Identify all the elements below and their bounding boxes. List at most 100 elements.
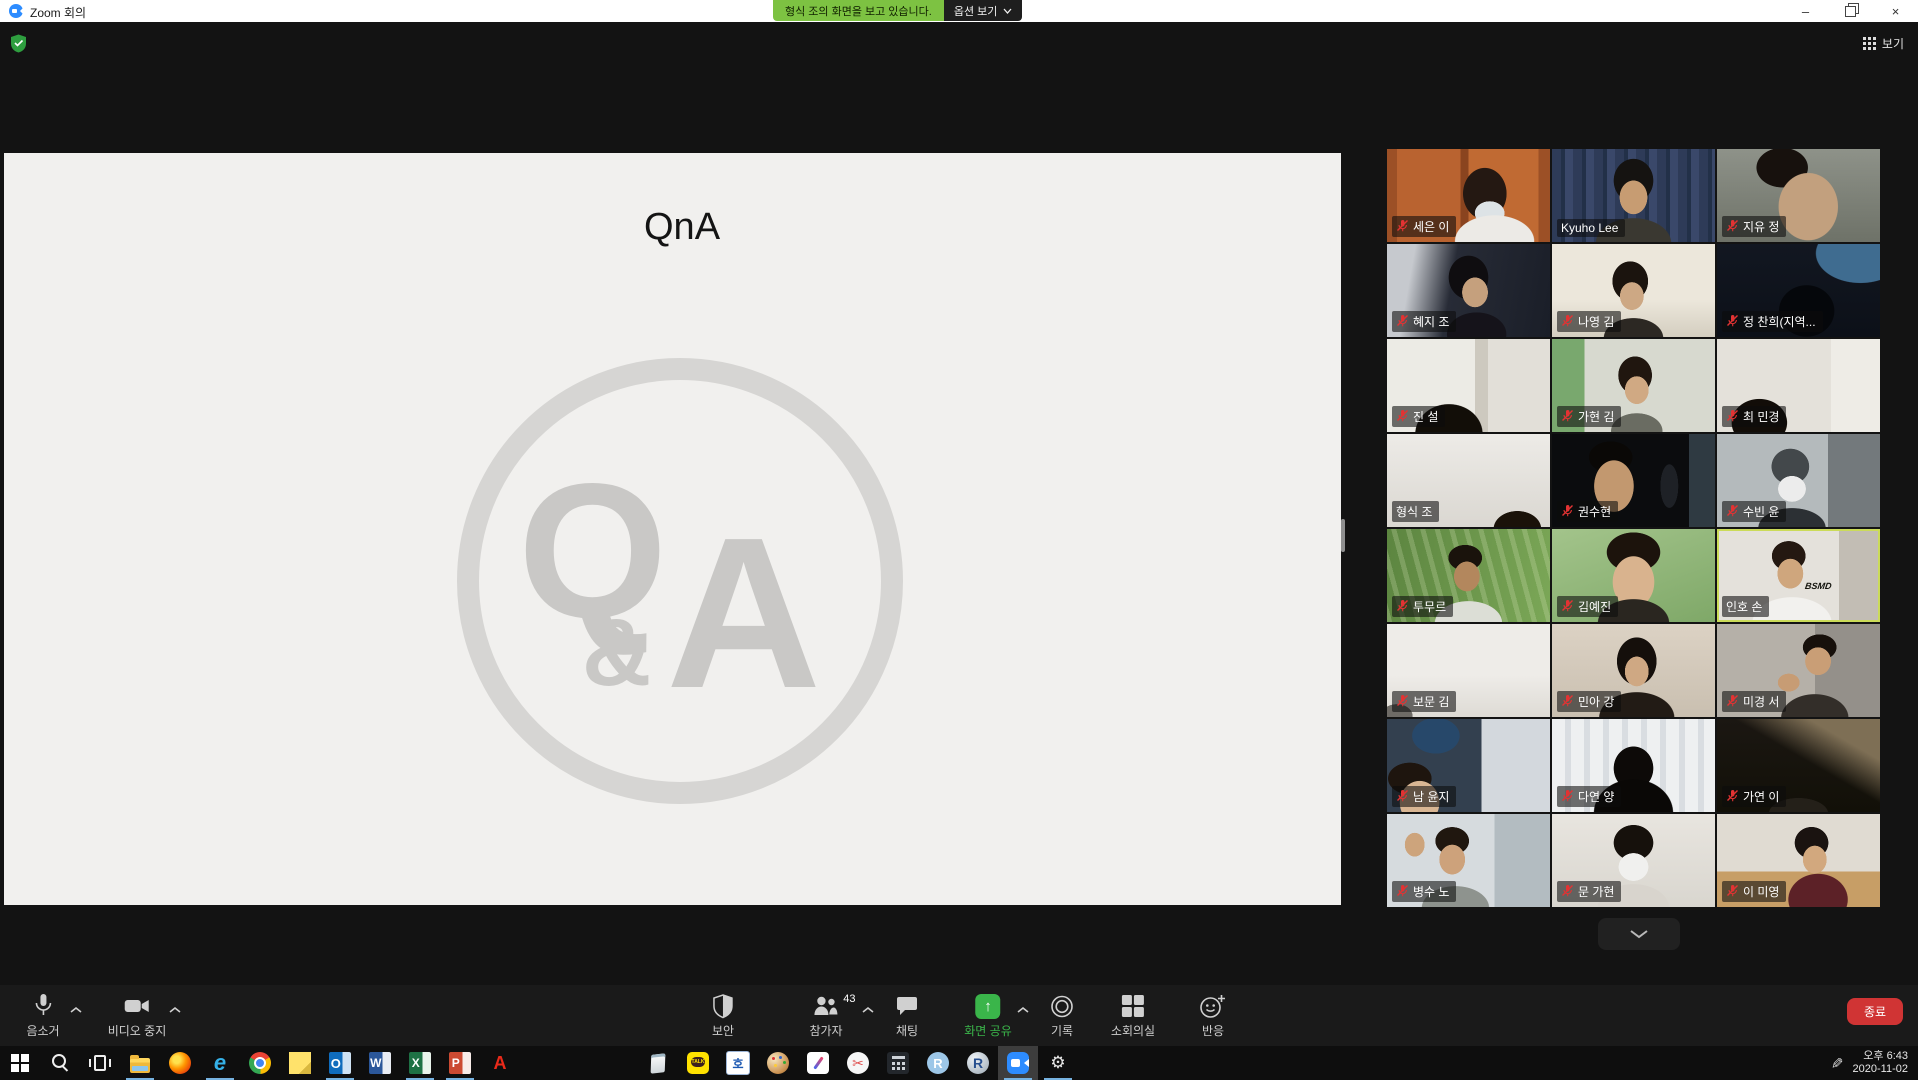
- mute-button[interactable]: 음소거: [26, 993, 59, 1039]
- system-tray: ✎ 오후 6:43 2020-11-02: [1830, 1046, 1918, 1080]
- participant-tile[interactable]: Kyuho Lee: [1552, 149, 1715, 242]
- paint-palette-icon[interactable]: [758, 1046, 798, 1080]
- calculator-icon[interactable]: [878, 1046, 918, 1080]
- video-options-caret[interactable]: [168, 1001, 182, 1019]
- participant-name: 보문 김: [1413, 693, 1449, 710]
- chat-button[interactable]: 채팅: [895, 993, 919, 1039]
- participant-tile[interactable]: 민아 강: [1552, 624, 1715, 717]
- muted-mic-icon: [1726, 884, 1739, 900]
- powerpoint-icon[interactable]: P: [440, 1046, 480, 1080]
- participant-tile[interactable]: 다연 양: [1552, 719, 1715, 812]
- participant-name: 세은 이: [1413, 218, 1449, 235]
- participant-tile[interactable]: 병수 노: [1387, 814, 1550, 907]
- hancom-office-icon[interactable]: 호: [718, 1046, 758, 1080]
- participant-tile[interactable]: 최 민경: [1717, 339, 1880, 432]
- record-button[interactable]: 기록: [1050, 993, 1075, 1039]
- participant-name: 문 가현: [1578, 883, 1614, 900]
- notepad-icon[interactable]: [638, 1046, 678, 1080]
- zoom-app-icon: [9, 4, 23, 18]
- outlook-icon[interactable]: O: [320, 1046, 360, 1080]
- breakout-rooms-icon: [1121, 993, 1145, 1019]
- participant-tile[interactable]: BSMD 인호 손: [1717, 529, 1880, 622]
- zoom-client-icon[interactable]: [998, 1046, 1038, 1080]
- participant-tile[interactable]: 가연 이: [1717, 719, 1880, 812]
- file-explorer-icon[interactable]: [120, 1046, 160, 1080]
- participant-tile[interactable]: 이 미영: [1717, 814, 1880, 907]
- paint-app-icon[interactable]: [798, 1046, 838, 1080]
- participant-tile[interactable]: 보문 김: [1387, 624, 1550, 717]
- close-button[interactable]: ×: [1873, 0, 1918, 22]
- participant-tile[interactable]: 세은 이: [1387, 149, 1550, 242]
- meeting-info-shield-icon[interactable]: [10, 34, 27, 58]
- r-console-icon[interactable]: R: [918, 1046, 958, 1080]
- view-options-button[interactable]: 옵션 보기: [944, 0, 1023, 21]
- start-button-icon[interactable]: [0, 1046, 40, 1080]
- capture-tool-icon[interactable]: ✂: [838, 1046, 878, 1080]
- participant-name: 김예진: [1578, 598, 1611, 615]
- participant-tile[interactable]: 권수현: [1552, 434, 1715, 527]
- participants-caret[interactable]: [861, 1001, 875, 1019]
- participant-tile[interactable]: 투무르: [1387, 529, 1550, 622]
- participant-name: 최 민경: [1743, 408, 1779, 425]
- participant-tile[interactable]: 진 설: [1387, 339, 1550, 432]
- participant-name: 민아 강: [1578, 693, 1614, 710]
- participant-name: 가현 김: [1578, 408, 1614, 425]
- participant-tile[interactable]: 나영 김: [1552, 244, 1715, 337]
- muted-mic-icon: [1561, 314, 1574, 330]
- participant-label: 김예진: [1557, 596, 1618, 617]
- firefox-icon[interactable]: [160, 1046, 200, 1080]
- participant-label: 민아 강: [1557, 691, 1621, 712]
- participants-button[interactable]: 43 참가자: [809, 993, 842, 1039]
- participant-label: 가현 김: [1557, 406, 1621, 427]
- gallery-grid-icon: [1863, 37, 1876, 50]
- participants-icon: 43: [813, 993, 840, 1019]
- gallery-scroll-down-button[interactable]: [1598, 918, 1680, 950]
- participant-tile[interactable]: 형식 조: [1387, 434, 1550, 527]
- acrobat-pdf-icon[interactable]: A: [480, 1046, 520, 1080]
- minimize-button[interactable]: –: [1783, 0, 1828, 22]
- pen-icon[interactable]: ✎: [1827, 1057, 1845, 1070]
- participant-tile[interactable]: 문 가현: [1552, 814, 1715, 907]
- participant-tile[interactable]: 수빈 윤: [1717, 434, 1880, 527]
- word-icon[interactable]: W: [360, 1046, 400, 1080]
- windows-taskbar: e O W X P A TALK 호 ✂ R R ⚙ ✎ 오: [0, 1046, 1918, 1080]
- participant-label: 투무르: [1392, 596, 1453, 617]
- participant-tile[interactable]: 미경 서: [1717, 624, 1880, 717]
- participant-label: 수빈 윤: [1722, 501, 1786, 522]
- end-meeting-button[interactable]: 종료: [1847, 998, 1903, 1025]
- reactions-button[interactable]: 반응: [1200, 993, 1227, 1039]
- kakaotalk-icon[interactable]: TALK: [678, 1046, 718, 1080]
- sticky-notes-icon[interactable]: [280, 1046, 320, 1080]
- muted-mic-icon: [1726, 219, 1739, 235]
- participant-name: 정 찬희(지역...: [1743, 313, 1816, 330]
- breakout-rooms-button[interactable]: 소회의실: [1111, 993, 1155, 1039]
- gallery-resize-handle[interactable]: [1341, 519, 1345, 552]
- excel-icon[interactable]: X: [400, 1046, 440, 1080]
- internet-explorer-icon[interactable]: e: [200, 1046, 240, 1080]
- participant-tile[interactable]: 정 찬희(지역...: [1717, 244, 1880, 337]
- rstudio-icon[interactable]: R: [958, 1046, 998, 1080]
- security-button[interactable]: 보안: [712, 993, 734, 1039]
- participant-tile[interactable]: 가현 김: [1552, 339, 1715, 432]
- stop-video-button[interactable]: 비디오 중지: [108, 993, 167, 1039]
- taskbar-clock[interactable]: 오후 6:43 2020-11-02: [1853, 1050, 1912, 1076]
- chrome-icon[interactable]: [240, 1046, 280, 1080]
- restore-button[interactable]: [1828, 0, 1873, 22]
- participant-tile[interactable]: 지유 정: [1717, 149, 1880, 242]
- participant-name: Kyuho Lee: [1561, 221, 1618, 235]
- participant-label: 혜지 조: [1392, 311, 1456, 332]
- share-screen-button[interactable]: ↑ 화면 공유: [964, 993, 1012, 1039]
- chevron-down-icon: [1003, 8, 1012, 14]
- participant-tile[interactable]: 김예진: [1552, 529, 1715, 622]
- participant-label: 형식 조: [1392, 501, 1439, 522]
- share-options-caret[interactable]: [1016, 1001, 1030, 1019]
- shirt-text: BSMD: [1804, 581, 1832, 591]
- settings-icon[interactable]: ⚙: [1038, 1046, 1078, 1080]
- participant-tile[interactable]: 남 윤지: [1387, 719, 1550, 812]
- search-icon[interactable]: [40, 1046, 80, 1080]
- mute-options-caret[interactable]: [69, 1001, 83, 1019]
- task-view-icon[interactable]: [80, 1046, 120, 1080]
- participant-tile[interactable]: 혜지 조: [1387, 244, 1550, 337]
- participant-label: 지유 정: [1722, 216, 1786, 237]
- view-button[interactable]: 보기: [1863, 35, 1904, 52]
